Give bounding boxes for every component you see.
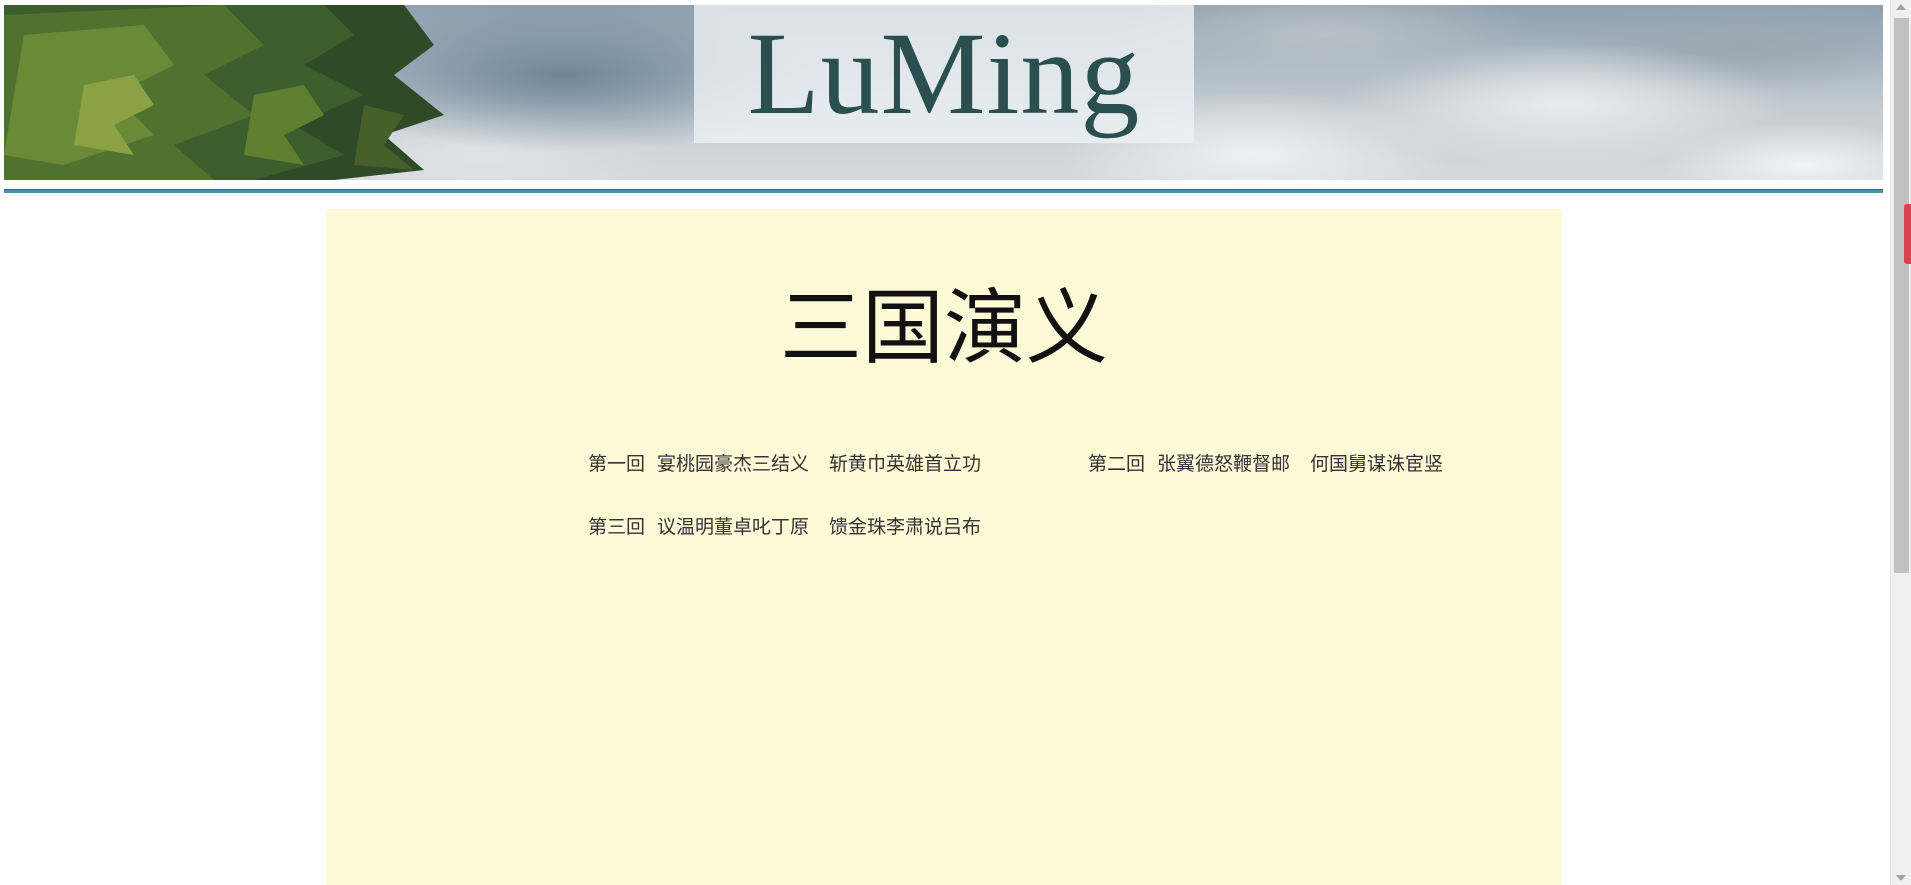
scroll-position-marker [1904,204,1911,264]
chapter-number: 第二回 [1088,453,1146,475]
scroll-down-arrow-icon[interactable] [1896,875,1906,881]
chapter-title-part2: 斩黄巾英雄首立功 [829,453,982,475]
vertical-scrollbar[interactable] [1890,0,1911,885]
chapter-number: 第一回 [588,453,646,475]
chapter-number: 第三回 [588,516,646,538]
scrollbar-thumb[interactable] [1894,18,1909,573]
chapter-title-part2: 何国舅谋诛宦竖 [1310,453,1444,475]
chapter-title-part1: 张翼德怒鞭督邮 [1157,453,1291,475]
main-content-panel: 三国演义 第一回 宴桃园豪杰三结义 斩黄巾英雄首立功 第二回 张翼德怒鞭督邮 何国舅谋诛… [326,209,1562,885]
chapter-link-2[interactable]: 第二回 张翼德怒鞭督邮 何国舅谋诛宦竖 [1088,449,1443,476]
banner-tree-image [4,5,444,180]
logo-box: LuMing [694,5,1194,143]
chapter-link-1[interactable]: 第一回 宴桃园豪杰三结义 斩黄巾英雄首立功 [588,449,981,476]
header-divider [4,189,1883,193]
page: LuMing 三国演义 第一回 宴桃园豪杰三结义 斩黄巾英雄首立功 第二回 张翼德怒鞭… [0,0,1911,885]
scroll-up-arrow-icon[interactable] [1896,4,1906,10]
chapter-title-part1: 议温明董卓叱丁原 [657,516,810,538]
chapter-title-part2: 馈金珠李肃说吕布 [829,516,982,538]
book-title: 三国演义 [779,281,1108,376]
site-logo[interactable]: LuMing [694,5,1194,143]
chapter-link-3[interactable]: 第三回 议温明董卓叱丁原 馈金珠李肃说吕布 [588,512,981,539]
chapter-title-part1: 宴桃园豪杰三结义 [657,453,810,475]
